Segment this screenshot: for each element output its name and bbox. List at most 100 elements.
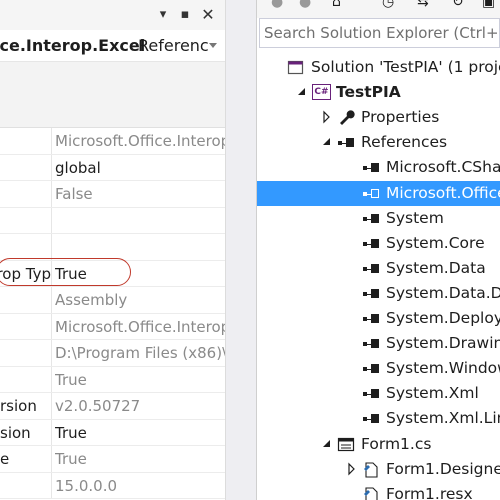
property-name [0, 234, 51, 260]
reference-icon [362, 213, 380, 223]
resx-file-icon [362, 486, 380, 500]
property-name [0, 340, 51, 366]
tree-item-label: System.Deployment [386, 309, 500, 327]
property-value[interactable]: global [55, 155, 225, 181]
property-value[interactable]: Assembly [55, 287, 225, 313]
property-row[interactable]: e True [0, 446, 225, 473]
property-value[interactable]: False [55, 181, 225, 207]
tree-item[interactable]: Properties [257, 105, 500, 130]
property-row[interactable] [0, 207, 225, 234]
property-value[interactable]: 15.0.0.0 [55, 473, 225, 499]
property-row[interactable]: global [0, 154, 225, 181]
forward-icon[interactable]: ● [299, 0, 311, 10]
solution-explorer: ● ● ⌂ ◷ ⇆ ↻ ▣ Solution 'TestPIA' (1 proj… [257, 0, 500, 500]
search-box[interactable] [259, 18, 500, 48]
annotation-oval [0, 258, 131, 286]
property-name: sion [0, 420, 51, 446]
dropdown-arrow-icon[interactable] [209, 43, 217, 48]
property-row[interactable] [0, 234, 225, 261]
property-row[interactable]: False [0, 181, 225, 208]
property-grid: Microsoft.Office.Interop global False rop T… [0, 128, 225, 499]
tree-item[interactable]: Form1.cs [257, 432, 500, 457]
expanded-arrow-icon[interactable] [296, 80, 308, 105]
reference-icon [362, 389, 380, 399]
property-value[interactable]: True [55, 367, 225, 393]
property-value[interactable] [55, 208, 225, 234]
property-row[interactable]: Assembly [0, 287, 225, 314]
tree-item[interactable]: System.Core [257, 231, 500, 256]
sync-icon[interactable]: ⇆ [417, 0, 429, 10]
property-name [0, 181, 51, 207]
property-row[interactable]: 15.0.0.0 [0, 472, 225, 499]
collapsed-arrow-icon[interactable] [346, 457, 358, 482]
column-divider [51, 393, 52, 419]
column-divider [51, 313, 52, 339]
tree-item[interactable]: Microsoft.Office [257, 180, 500, 206]
tree-item[interactable]: References [257, 130, 500, 155]
property-value[interactable]: Microsoft.Office.Interop [55, 314, 225, 340]
property-name [0, 208, 51, 234]
reference-icon [362, 288, 380, 298]
property-row[interactable]: Microsoft.Office.Interop [0, 313, 225, 340]
property-row[interactable]: D:\Program Files (x86)\ [0, 340, 225, 367]
search-input[interactable] [260, 19, 499, 47]
tree-item-label: Microsoft.CSharp [386, 158, 500, 177]
tree-item[interactable]: System.Data [257, 256, 500, 281]
tree-item[interactable]: System.Drawing [257, 331, 500, 356]
tree-item-label: Form1.resx [386, 484, 473, 500]
property-value[interactable]: Microsoft.Office.Interop [55, 128, 225, 154]
property-value[interactable]: D:\Program Files (x86)\ [55, 340, 225, 366]
tree-item[interactable]: System.Data.DataSetExtensions [257, 281, 500, 306]
property-name: e [0, 446, 51, 472]
solution-explorer-toolbar: ● ● ⌂ ◷ ⇆ ↻ ▣ [257, 0, 500, 18]
tree-item[interactable]: System.Xml [257, 381, 500, 406]
property-value[interactable]: True [55, 420, 225, 446]
properties-pane: ▾ ▪ ✕ ice.Interop.Excel Referenc Microso… [0, 0, 225, 500]
tree-item[interactable]: Solution 'TestPIA' (1 project) [257, 55, 500, 80]
tree-item-label: TestPIA [336, 83, 401, 102]
column-divider [51, 287, 52, 313]
expanded-arrow-icon[interactable] [321, 432, 333, 457]
property-value[interactable]: v2.0.50727 [55, 393, 225, 419]
collapse-icon[interactable]: ▣ [482, 0, 495, 10]
cs-file-icon [362, 461, 380, 478]
reference-icon [362, 188, 380, 198]
tree-item-label: Properties [361, 108, 440, 127]
property-value[interactable] [55, 234, 225, 260]
pane-splitter[interactable] [225, 0, 257, 500]
tree-item[interactable]: Microsoft.CSharp [257, 155, 500, 180]
object-selector[interactable]: ice.Interop.Excel Referenc [0, 30, 225, 62]
history-icon[interactable]: ◷ [382, 0, 394, 10]
tree-item[interactable]: System [257, 206, 500, 231]
property-row[interactable]: True [0, 366, 225, 393]
property-name [0, 314, 51, 340]
refresh-icon[interactable]: ↻ [452, 0, 464, 10]
tree-item-label: System.Windows.Forms [386, 359, 500, 378]
back-icon[interactable]: ● [271, 0, 283, 10]
wrench-icon [337, 109, 355, 126]
tree-item[interactable]: Form1.resx [257, 482, 500, 500]
home-icon[interactable]: ⌂ [332, 0, 341, 10]
close-icon[interactable]: ✕ [199, 6, 217, 24]
property-row[interactable]: sion True [0, 419, 225, 446]
reference-icon [362, 414, 380, 424]
property-row[interactable]: Microsoft.Office.Interop [0, 128, 225, 155]
tree-item[interactable]: System.Windows.Forms [257, 356, 500, 381]
chevron-down-icon[interactable]: ▾ [154, 6, 172, 24]
expanded-arrow-icon[interactable] [321, 130, 333, 155]
tree-item[interactable]: System.Deployment [257, 306, 500, 331]
tree-item[interactable]: Form1.Designer.cs [257, 457, 500, 482]
property-name-text: sion [0, 423, 31, 442]
property-name [0, 155, 51, 181]
tree-item[interactable]: System.Xml.Linq [257, 406, 500, 431]
column-divider [51, 446, 52, 472]
tree-item-label: System.Data.DataSetExtensions [386, 283, 500, 302]
properties-title-bar: ▾ ▪ ✕ [0, 0, 225, 30]
tree-item[interactable]: C# TestPIA [257, 80, 500, 105]
property-row[interactable]: rsion v2.0.50727 [0, 393, 225, 420]
maximize-icon[interactable]: ▪ [176, 6, 194, 24]
tree-item-label: References [361, 133, 448, 152]
collapsed-arrow-icon[interactable] [321, 105, 333, 130]
property-value[interactable]: True [55, 446, 225, 472]
tree-item-label: System.Drawing [386, 334, 500, 353]
